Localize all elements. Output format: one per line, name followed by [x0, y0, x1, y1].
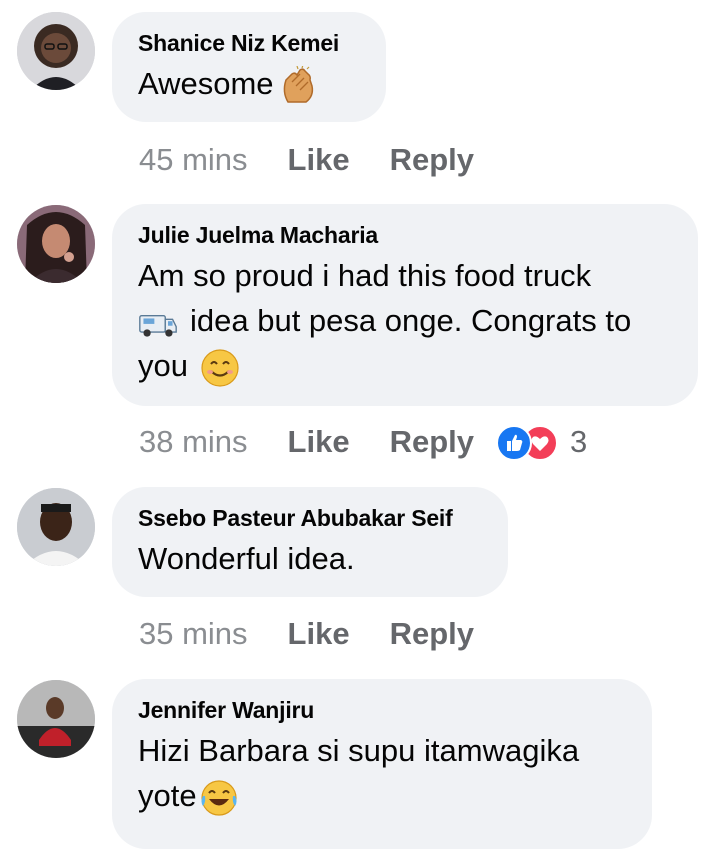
comment-bubble: Julie Juelma Macharia Am so proud i had …: [112, 204, 698, 406]
profile-photo-icon: [17, 488, 95, 566]
comment-line-with-emoji: you: [138, 343, 672, 388]
avatar[interactable]: [17, 488, 95, 566]
comment-body: yote: [138, 778, 197, 813]
author-name[interactable]: Ssebo Pasteur Abubakar Seif: [138, 505, 482, 532]
like-button[interactable]: Like: [288, 424, 350, 460]
profile-photo-icon: [17, 205, 95, 283]
comment-actions: 45 mins Like Reply: [139, 140, 474, 178]
author-name[interactable]: Jennifer Wanjiru: [138, 697, 626, 724]
comment-body: idea but pesa onge. Congrats to: [190, 303, 632, 338]
avatar[interactable]: [17, 12, 95, 90]
reaction-summary[interactable]: [496, 424, 558, 461]
author-name[interactable]: Shanice Niz Kemei: [138, 30, 360, 57]
profile-photo-icon: [17, 680, 95, 758]
comment-bubble: Ssebo Pasteur Abubakar Seif Wonderful id…: [112, 487, 508, 597]
timestamp[interactable]: 45 mins: [139, 142, 248, 178]
avatar[interactable]: [17, 680, 95, 758]
delivery-truck-icon: [138, 303, 182, 343]
comment-text: Wonderful idea.: [138, 541, 355, 576]
comment-actions: 38 mins Like Reply 3: [139, 422, 587, 461]
timestamp[interactable]: 38 mins: [139, 424, 248, 460]
avatar[interactable]: [17, 205, 95, 283]
timestamp[interactable]: 35 mins: [139, 616, 248, 652]
smiling-face-icon: [200, 348, 240, 388]
reply-button[interactable]: Reply: [390, 424, 474, 460]
reaction-count[interactable]: 3: [570, 424, 587, 460]
comment-actions: 35 mins Like Reply: [139, 614, 474, 652]
comment-body: you: [138, 348, 188, 383]
profile-photo-icon: [17, 12, 95, 90]
comment-text: Am so proud i had this food truck idea b…: [138, 253, 672, 388]
comment-text: Awesome: [138, 61, 360, 106]
comment-bubble: Jennifer Wanjiru Hizi Barbara si supu it…: [112, 679, 652, 849]
comment-line: Am so proud i had this food truck: [138, 258, 592, 293]
comment-text: Hizi Barbara si supu itamwagika yote: [138, 728, 626, 818]
comment-line: Hizi Barbara si supu itamwagika: [138, 733, 580, 768]
tears-of-joy-icon: [199, 778, 239, 818]
comment-line-with-emoji: idea but pesa onge. Congrats to: [138, 298, 672, 343]
like-button[interactable]: Like: [288, 616, 350, 652]
comment-line-with-emoji: yote: [138, 773, 626, 818]
like-button[interactable]: Like: [288, 142, 350, 178]
clapping-hands-icon: [278, 65, 318, 106]
reply-button[interactable]: Reply: [390, 142, 474, 178]
author-name[interactable]: Julie Juelma Macharia: [138, 222, 672, 249]
like-reaction-icon: [496, 424, 532, 461]
reply-button[interactable]: Reply: [390, 616, 474, 652]
comment-bubble: Shanice Niz Kemei Awesome: [112, 12, 386, 122]
comment-body: Awesome: [138, 66, 274, 101]
